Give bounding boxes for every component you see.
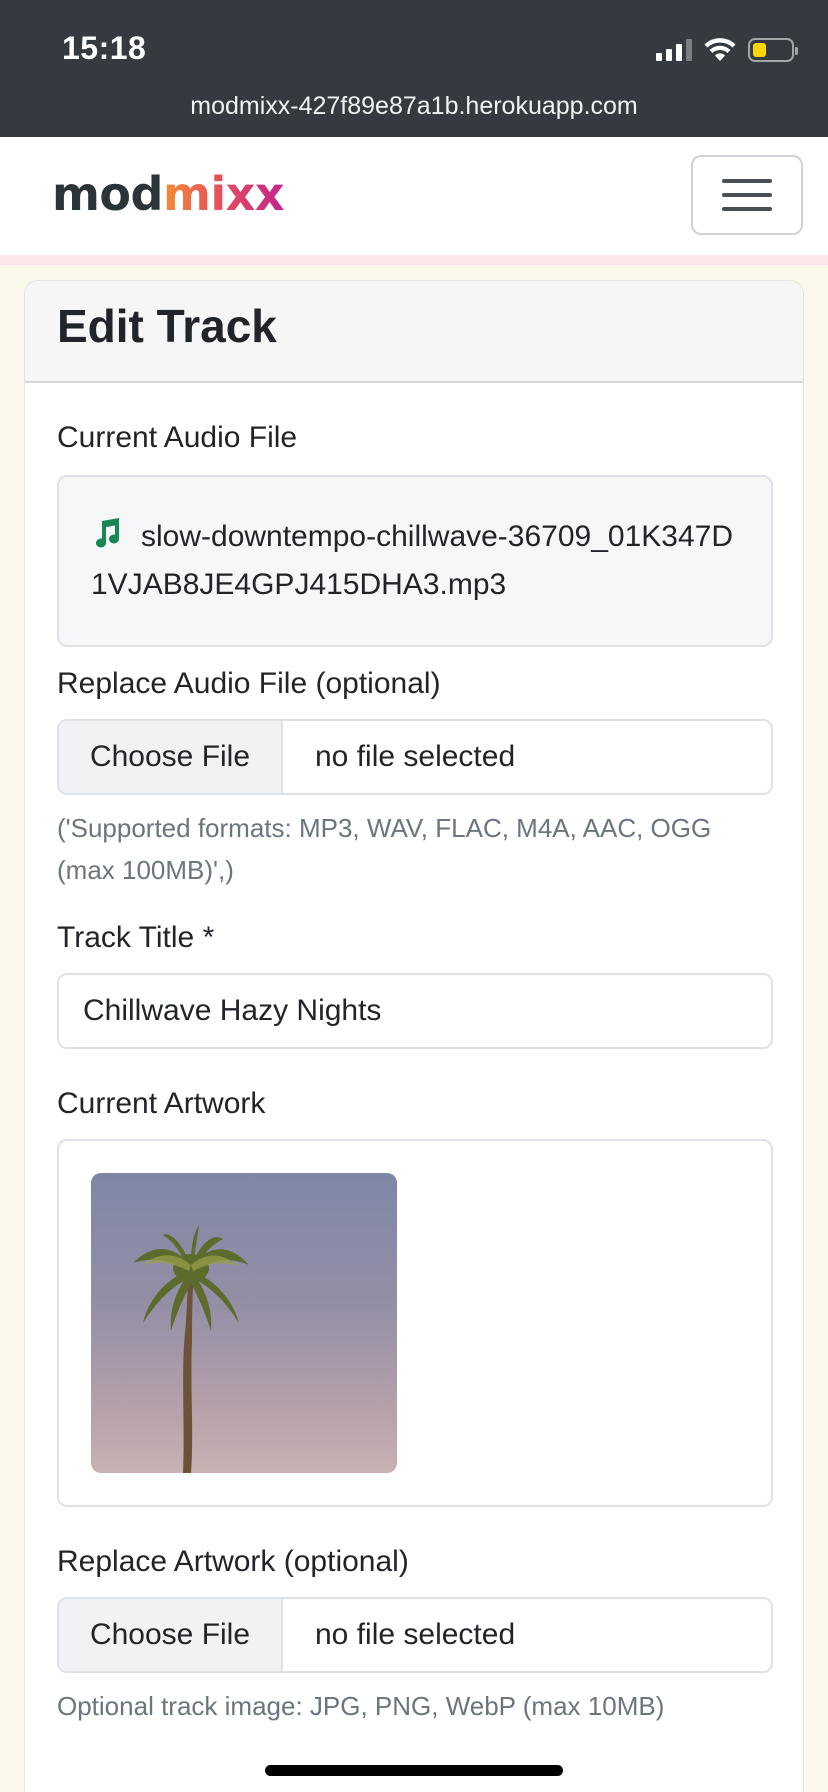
card-header: Edit Track xyxy=(25,281,803,383)
page-title: Edit Track xyxy=(57,300,277,352)
hamburger-menu-icon xyxy=(722,179,772,183)
navbar-toggler-button[interactable] xyxy=(691,155,803,235)
current-audio-box: slow-downtempo-chillwave-36709_01K347D1V… xyxy=(57,475,773,647)
track-title-label: Track Title * xyxy=(57,921,215,954)
current-artwork-image xyxy=(91,1173,397,1473)
palm-tree-artwork xyxy=(133,1225,249,1473)
app-navbar: modmixx xyxy=(0,137,828,255)
battery-icon xyxy=(748,38,798,62)
status-icons xyxy=(656,36,798,64)
brand-logo[interactable]: modmixx xyxy=(52,167,285,221)
brand-part-mixx: mixx xyxy=(162,167,285,221)
replace-audio-choose-file-button[interactable]: Choose File xyxy=(59,721,283,793)
edit-track-card: Edit Track Current Audio File slow-downt… xyxy=(24,280,804,1792)
current-artwork-label: Current Artwork xyxy=(57,1087,266,1120)
wifi-icon xyxy=(704,38,736,61)
replace-audio-file-status: no file selected xyxy=(315,740,516,773)
battery-level xyxy=(753,43,766,57)
address-bar-url[interactable]: modmixx-427f89e87a1b.herokuapp.com xyxy=(0,92,828,121)
replace-audio-input[interactable]: Choose File no file selected xyxy=(57,719,773,795)
replace-artwork-help-text: Optional track image: JPG, PNG, WebP (ma… xyxy=(57,1691,665,1721)
current-audio-filename: slow-downtempo-chillwave-36709_01K347D1V… xyxy=(91,520,734,601)
replace-artwork-label: Replace Artwork (optional) xyxy=(57,1545,409,1578)
replace-audio-label: Replace Audio File (optional) xyxy=(57,667,441,700)
replace-artwork-file-status: no file selected xyxy=(315,1618,516,1651)
navbar-accent-strip xyxy=(0,255,828,265)
replace-audio-help-text: ('Supported formats: MP3, WAV, FLAC, M4A… xyxy=(57,813,712,885)
music-note-icon xyxy=(96,518,120,548)
brand-part-mod: mod xyxy=(52,167,163,221)
edit-track-form: Current Audio File slow-downtempo-chillw… xyxy=(25,421,803,1727)
browser-status-bar: 15:18 modmixx-427f89e87a1b.herokuapp.com xyxy=(0,0,828,137)
current-artwork-box xyxy=(57,1139,773,1507)
current-audio-label: Current Audio File xyxy=(57,421,298,454)
cellular-signal-icon xyxy=(656,39,692,61)
track-title-input[interactable]: Chillwave Hazy Nights xyxy=(57,973,773,1049)
home-indicator xyxy=(265,1765,563,1776)
replace-artwork-choose-file-button[interactable]: Choose File xyxy=(59,1599,283,1671)
status-time: 15:18 xyxy=(62,30,147,66)
replace-artwork-input[interactable]: Choose File no file selected xyxy=(57,1597,773,1673)
